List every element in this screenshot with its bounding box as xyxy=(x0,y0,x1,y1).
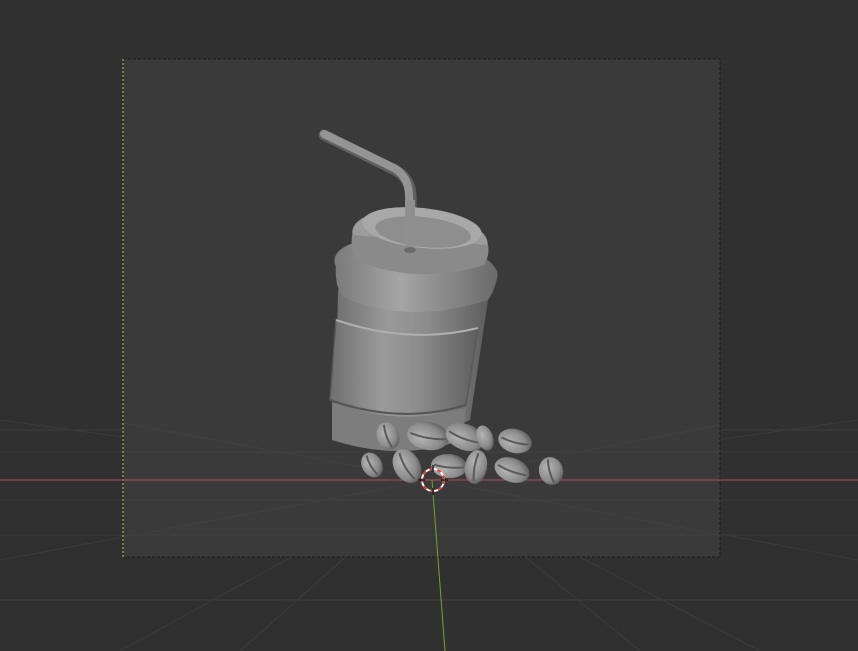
straw-hole xyxy=(404,247,416,253)
3d-viewport[interactable] xyxy=(0,0,858,651)
straw-in-lid xyxy=(405,200,415,250)
viewport-canvas[interactable] xyxy=(0,0,858,651)
